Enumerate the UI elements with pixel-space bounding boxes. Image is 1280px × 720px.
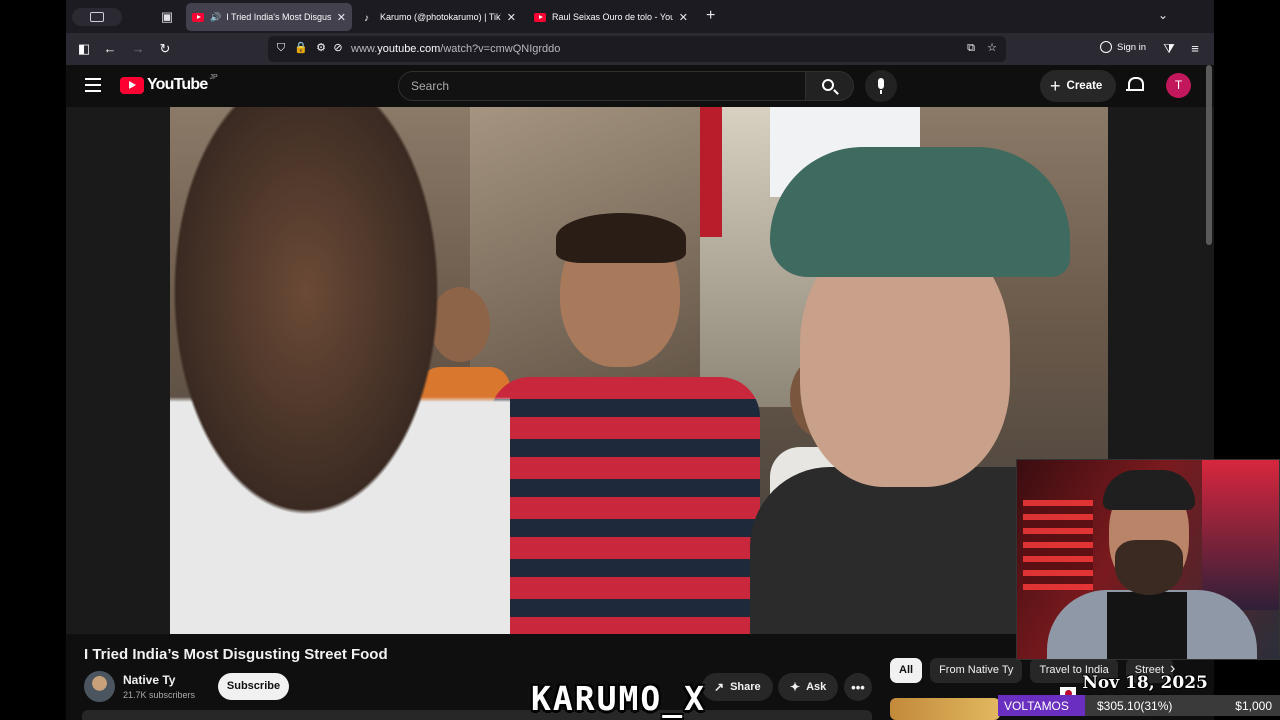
firefox-view-icon[interactable]: ▣ (158, 8, 176, 26)
shield-icon[interactable]: ⛉ (273, 40, 289, 56)
url-text[interactable]: www.youtube.com/watch?v=cmwQNIgrddo (351, 43, 560, 55)
ask-button[interactable]: ✦ Ask (778, 673, 839, 701)
tab-overview-icon (90, 12, 104, 22)
create-button[interactable]: + Create (1040, 70, 1117, 102)
picture-in-picture-icon[interactable]: ⧉ (963, 40, 979, 56)
notifications-bell-icon[interactable] (1126, 76, 1144, 94)
more-actions-icon[interactable]: ••• (844, 673, 872, 701)
close-tab-icon[interactable]: ✕ (507, 11, 516, 24)
tab-groups-button[interactable] (72, 8, 122, 26)
chip-from-native-ty[interactable]: From Native Ty (930, 658, 1023, 683)
streamer-beard (1115, 540, 1183, 595)
autoplay-blocked-icon[interactable]: ⊘ (330, 40, 346, 56)
sign-in-label: Sign in (1117, 41, 1147, 53)
bookmark-star-icon[interactable]: ☆ (984, 40, 1000, 56)
scene-person (480, 213, 780, 634)
streamer-webcam-overlay (1016, 459, 1280, 660)
channel-name[interactable]: Native Ty (123, 673, 175, 687)
sparkle-icon: ✦ (790, 680, 801, 694)
neon-sign (1202, 460, 1279, 610)
search-placeholder: Search (411, 79, 450, 93)
goal-amount: $305.10(31%) (1097, 699, 1173, 713)
new-tab-icon[interactable]: + (706, 7, 715, 25)
video-frame[interactable] (170, 107, 1108, 634)
list-all-tabs-icon[interactable]: ⌄ (1158, 8, 1168, 22)
close-tab-icon[interactable]: ✕ (337, 11, 346, 24)
tab-title: I Tried India's Most Disgusting (226, 12, 331, 22)
tab-title: Raul Seixas Ouro de tolo - YouTu (552, 12, 673, 22)
plus-icon: + (1050, 75, 1061, 96)
subscriber-count: 21.7K subscribers (123, 690, 196, 700)
address-bar[interactable]: ⛉ 🔒 ⚙ ⊘ www.youtube.com/watch?v=cmwQNIgr… (268, 36, 1006, 62)
sign-in-button[interactable]: Sign in (1100, 41, 1146, 53)
country-code: JP (209, 73, 218, 81)
lock-icon[interactable]: 🔒 (293, 40, 309, 56)
streamer-cap (1103, 470, 1195, 510)
page-scrollbar[interactable] (1206, 65, 1212, 245)
forward-icon[interactable]: → (128, 39, 148, 59)
menu-icon[interactable]: ≡ (1185, 39, 1205, 59)
tab-youtube-raul[interactable]: Raul Seixas Ouro de tolo - YouTu ✕ (528, 3, 694, 31)
streamer-shirt (1107, 592, 1187, 659)
search-button[interactable] (806, 71, 854, 101)
youtube-icon (534, 12, 546, 22)
ask-label: Ask (806, 681, 827, 693)
close-tab-icon[interactable]: ✕ (679, 11, 688, 24)
scene-person (170, 107, 510, 634)
navigation-toolbar: ◧ ← → ↻ ⛉ 🔒 ⚙ ⊘ www.youtube.com/watch?v=… (66, 33, 1214, 65)
search-input[interactable]: Search (398, 71, 806, 101)
permissions-icon[interactable]: ⚙ (313, 40, 329, 56)
goal-label: VOLTAMOS (1004, 699, 1069, 713)
account-avatar[interactable]: T (1166, 73, 1191, 98)
description-box[interactable] (82, 710, 872, 720)
goal-target: $1,000 (1235, 699, 1272, 713)
chip-all[interactable]: All (890, 658, 923, 683)
tab-tiktok[interactable]: ♪ Karumo (@photokarumo) | TikTo ✕ (358, 3, 522, 31)
channel-avatar[interactable] (84, 671, 115, 702)
reload-icon[interactable]: ↻ (155, 39, 175, 59)
account-icon (1100, 41, 1112, 53)
create-label: Create (1066, 80, 1103, 92)
donation-goal-bar: VOLTAMOS $305.10(31%) $1,000 (998, 695, 1280, 716)
speaker-icon[interactable]: 🔊 (210, 12, 221, 23)
streamer-watermark: KARUMO_X (531, 679, 706, 718)
tab-youtube-active[interactable]: 🔊 I Tried India's Most Disgusting ✕ (186, 3, 352, 31)
youtube-play-icon (120, 76, 144, 94)
tab-strip: ▣ 🔊 I Tried India's Most Disgusting ✕ ♪ … (66, 0, 1214, 33)
youtube-icon (192, 12, 204, 22)
neon-sign (1023, 500, 1093, 590)
voice-search-icon[interactable] (865, 70, 897, 102)
youtube-wordmark: YouTube (147, 76, 208, 93)
tab-title: Karumo (@photokarumo) | TikTo (380, 12, 501, 22)
youtube-logo[interactable]: YouTube JP (120, 73, 218, 94)
search-icon (822, 79, 834, 91)
recommended-video-thumbnail[interactable] (890, 698, 1000, 720)
subscribe-button[interactable]: Subscribe (218, 673, 289, 700)
youtube-header: YouTube JP Search + Create T (66, 65, 1214, 107)
tiktok-icon: ♪ (364, 12, 369, 24)
sidebar-icon[interactable]: ◧ (74, 39, 94, 59)
extensions-icon[interactable]: ⧩ (1159, 39, 1179, 59)
video-title: I Tried India’s Most Disgusting Street F… (84, 646, 388, 663)
guide-menu-icon[interactable] (85, 78, 101, 92)
back-icon[interactable]: ← (100, 39, 120, 59)
